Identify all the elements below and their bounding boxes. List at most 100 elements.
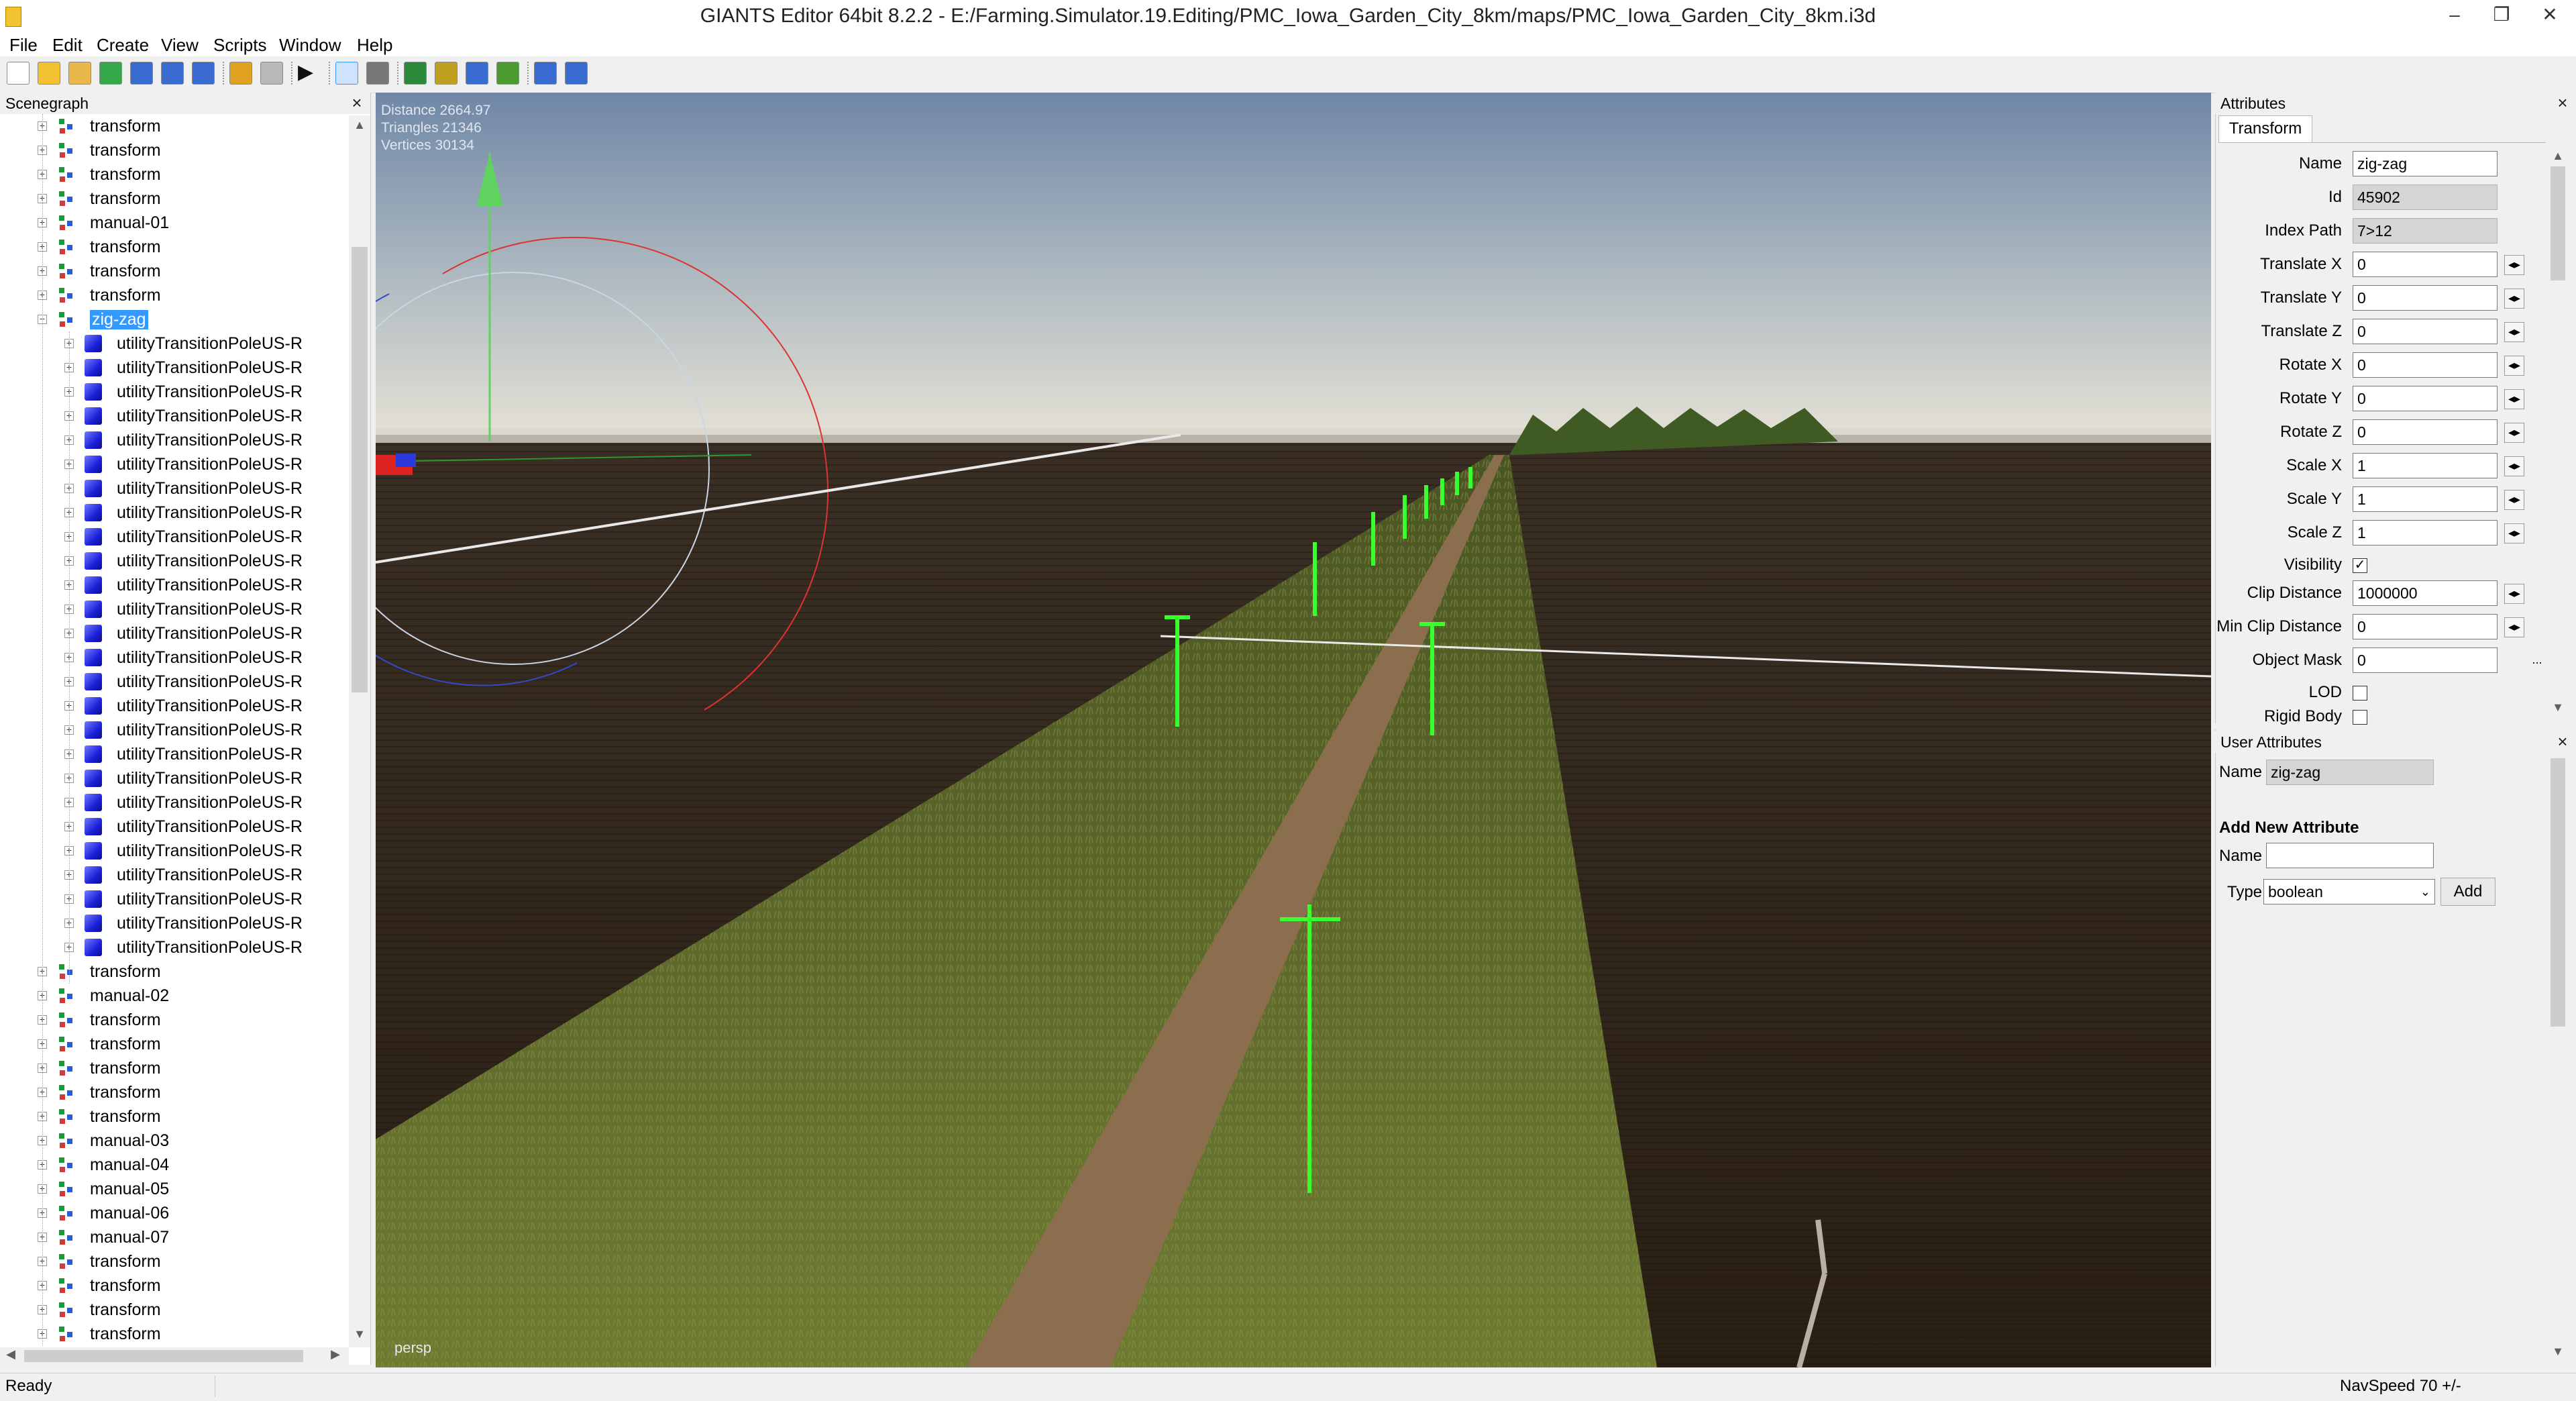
- tree-item-shape[interactable]: + utilityTransitionPoleUS-R: [0, 525, 349, 549]
- minimize-button[interactable]: –: [2431, 0, 2478, 31]
- tree-item-transform[interactable]: + manual-07: [0, 1225, 349, 1249]
- play-icon[interactable]: ▶: [298, 62, 321, 85]
- tree-item-shape[interactable]: + utilityTransitionPoleUS-R: [0, 404, 349, 428]
- new-file-icon[interactable]: [7, 62, 30, 85]
- redo-icon[interactable]: [260, 62, 283, 85]
- terrain-foliage-icon[interactable]: [435, 62, 458, 85]
- menu-view[interactable]: View: [161, 34, 199, 56]
- tree-item-transform[interactable]: + transform: [0, 114, 349, 138]
- tree-item-shape[interactable]: + utilityTransitionPoleUS-R: [0, 815, 349, 839]
- tree-item-transform[interactable]: + manual-03: [0, 1129, 349, 1153]
- name-field[interactable]: zig-zag: [2353, 151, 2498, 176]
- tree-item-transform[interactable]: + transform: [0, 1298, 349, 1322]
- save-as-icon[interactable]: [161, 62, 184, 85]
- menu-file[interactable]: File: [9, 34, 38, 56]
- user-attributes-close-button[interactable]: ×: [2553, 731, 2572, 751]
- tree-item-shape[interactable]: + utilityTransitionPoleUS-R: [0, 887, 349, 911]
- menu-help[interactable]: Help: [357, 34, 392, 56]
- tree-item-transform[interactable]: + transform: [0, 259, 349, 283]
- undo-icon[interactable]: [229, 62, 252, 85]
- tree-item-shape[interactable]: + utilityTransitionPoleUS-R: [0, 452, 349, 476]
- tree-hscroll-thumb[interactable]: [24, 1350, 303, 1362]
- gear-alt-icon[interactable]: [565, 62, 588, 85]
- tree-item-shape[interactable]: + utilityTransitionPoleUS-R: [0, 790, 349, 815]
- rotate-y-field[interactable]: 0: [2353, 386, 2498, 411]
- drag-value-icon[interactable]: ◂▸: [2504, 523, 2524, 543]
- tree-item-shape[interactable]: + utilityTransitionPoleUS-R: [0, 742, 349, 766]
- tree-item-transform[interactable]: + manual-04: [0, 1153, 349, 1177]
- tab-transform[interactable]: Transform: [2218, 115, 2312, 143]
- translate-y-field[interactable]: 0: [2353, 285, 2498, 311]
- attributes-scroll-thumb[interactable]: [2551, 166, 2565, 280]
- clip-distance-field[interactable]: 1000000: [2353, 580, 2498, 606]
- drag-value-icon[interactable]: ◂▸: [2504, 322, 2524, 342]
- scenegraph-tree[interactable]: + transform + transform + transform + transform…: [0, 114, 349, 1349]
- tree-item-transform[interactable]: + transform: [0, 235, 349, 259]
- tree-item-shape[interactable]: + utilityTransitionPoleUS-R: [0, 597, 349, 621]
- drag-value-icon[interactable]: ◂▸: [2504, 490, 2524, 510]
- terrain-sculpt-icon[interactable]: [466, 62, 488, 85]
- tree-item-shape[interactable]: + utilityTransitionPoleUS-R: [0, 476, 349, 501]
- tree-scroll-right-arrow[interactable]: ▶: [327, 1347, 343, 1361]
- terrain-paint-icon[interactable]: [404, 62, 427, 85]
- tree-item-transform[interactable]: + transform: [0, 138, 349, 162]
- scale-y-field[interactable]: 1: [2353, 486, 2498, 512]
- menu-edit[interactable]: Edit: [52, 34, 83, 56]
- maximize-button[interactable]: ❐: [2478, 0, 2525, 31]
- tree-scroll-up-arrow[interactable]: ▲: [349, 118, 370, 132]
- tree-item-shape[interactable]: + utilityTransitionPoleUS-R: [0, 380, 349, 404]
- tree-item-transform[interactable]: + transform: [0, 1104, 349, 1129]
- tree-item-transform[interactable]: + manual-01: [0, 211, 349, 235]
- drag-value-icon[interactable]: ◂▸: [2504, 423, 2524, 443]
- scene-render[interactable]: [376, 93, 2211, 1367]
- tree-item-transform[interactable]: + transform: [0, 1008, 349, 1032]
- tree-item-transform[interactable]: + transform: [0, 162, 349, 187]
- object-mask-field[interactable]: 0: [2353, 647, 2498, 673]
- ua-name-field[interactable]: zig-zag: [2266, 760, 2434, 785]
- tree-scroll-left-arrow[interactable]: ◀: [3, 1347, 19, 1361]
- tree-item-transform[interactable]: + transform: [0, 1322, 349, 1346]
- tree-item-shape[interactable]: + utilityTransitionPoleUS-R: [0, 911, 349, 935]
- translate-x-field[interactable]: 0: [2353, 252, 2498, 277]
- terrain-height-icon[interactable]: [496, 62, 519, 85]
- export-icon[interactable]: [192, 62, 215, 85]
- rotate-x-field[interactable]: 0: [2353, 352, 2498, 378]
- edit-icon[interactable]: [68, 62, 91, 85]
- refresh-icon[interactable]: [99, 62, 122, 85]
- user-attributes-scroll-thumb[interactable]: [2551, 758, 2565, 1027]
- drag-value-icon[interactable]: ◂▸: [2504, 456, 2524, 476]
- tree-item-shape[interactable]: + utilityTransitionPoleUS-R: [0, 935, 349, 959]
- tree-item-transform[interactable]: + transform: [0, 959, 349, 984]
- drag-value-icon[interactable]: ◂▸: [2504, 289, 2524, 309]
- tree-item-shape[interactable]: + utilityTransitionPoleUS-R: [0, 645, 349, 670]
- type-select[interactable]: boolean ⌄: [2263, 879, 2435, 904]
- menu-window[interactable]: Window: [279, 34, 341, 56]
- scale-x-field[interactable]: 1: [2353, 453, 2498, 478]
- scale-z-field[interactable]: 1: [2353, 520, 2498, 546]
- drag-value-icon[interactable]: ◂▸: [2504, 584, 2524, 604]
- rotate-z-field[interactable]: 0: [2353, 419, 2498, 445]
- tree-item-shape[interactable]: + utilityTransitionPoleUS-R: [0, 428, 349, 452]
- drag-value-icon[interactable]: ◂▸: [2504, 356, 2524, 376]
- attributes-scroll-down-arrow[interactable]: ▼: [2548, 701, 2568, 715]
- settings-gear-icon[interactable]: [534, 62, 557, 85]
- attributes-close-button[interactable]: ×: [2553, 93, 2572, 113]
- translate-z-field[interactable]: 0: [2353, 319, 2498, 344]
- tree-item-shape[interactable]: + utilityTransitionPoleUS-R: [0, 863, 349, 887]
- lod-checkbox[interactable]: [2353, 686, 2367, 701]
- scenegraph-close-button[interactable]: ×: [347, 93, 366, 113]
- tree-item-transform[interactable]: + transform: [0, 283, 349, 307]
- tree-item-transform[interactable]: + manual-06: [0, 1201, 349, 1225]
- save-icon[interactable]: [130, 62, 153, 85]
- open-folder-icon[interactable]: [38, 62, 60, 85]
- tree-item-shape[interactable]: + utilityTransitionPoleUS-R: [0, 839, 349, 863]
- tree-item-shape[interactable]: + utilityTransitionPoleUS-R: [0, 621, 349, 645]
- id-field[interactable]: 45902: [2353, 185, 2498, 210]
- menu-scripts[interactable]: Scripts: [213, 34, 266, 56]
- tree-item-shape[interactable]: + utilityTransitionPoleUS-R: [0, 501, 349, 525]
- tree-scroll-down-arrow[interactable]: ▼: [349, 1327, 370, 1341]
- tree-scroll-thumb[interactable]: [352, 247, 368, 692]
- 3d-viewport[interactable]: [376, 93, 2211, 1367]
- tree-item-transform[interactable]: + manual-02: [0, 984, 349, 1008]
- add-attribute-button[interactable]: Add: [2440, 878, 2496, 906]
